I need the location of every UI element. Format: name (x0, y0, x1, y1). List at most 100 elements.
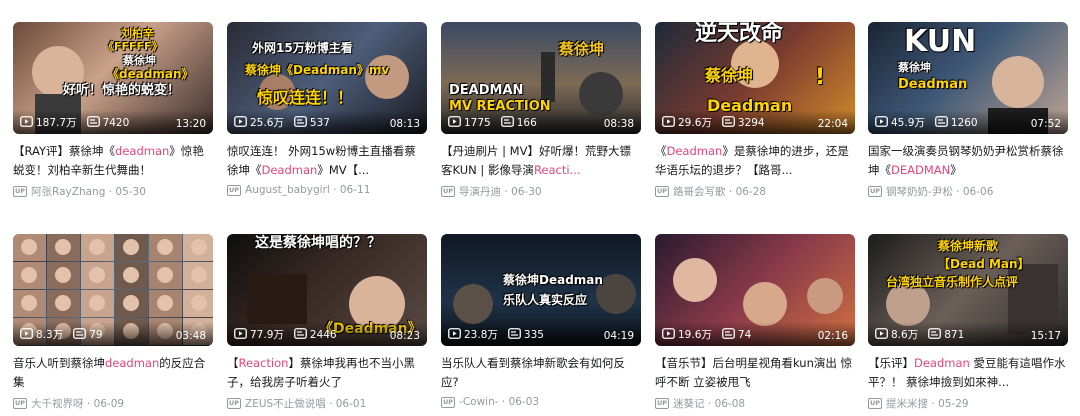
video-title[interactable]: 【RAY评】蔡徐坤《deadman》惊艳蜕变！刘柏辛新生代舞曲！ (13, 142, 213, 180)
video-duration: 08:38 (603, 118, 634, 130)
video-meta: UP August_babygirl · 06-11 (227, 184, 427, 196)
play-count-value: 77.9万 (250, 329, 284, 341)
video-thumbnail[interactable]: 蔡徐坤Deadman 乐队人真实反应 23.8万 335 04:19 (441, 234, 641, 346)
video-thumbnail[interactable]: 蔡徐坤 DEADMAN MV REACTION 1775 166 08:38 (441, 22, 641, 134)
video-title[interactable]: 【Reaction】蔡徐坤我再也不当小黑子，给我房子听着火了 (227, 354, 427, 392)
thumbnail-caption: 《FFFFF》 (103, 40, 163, 53)
thumbnail-caption: ! (815, 65, 826, 90)
upload-date: 05-30 (115, 185, 146, 198)
up-badge-icon: UP (655, 398, 670, 409)
video-title[interactable]: 【丹迪刷片 | MV】好听爆！荒野大镖客KUN | 影像导演Reacti... (441, 142, 641, 180)
uploader-name[interactable]: ZEUS不止做说唱 (245, 396, 326, 411)
upload-date: 06-03 (508, 396, 540, 408)
video-card[interactable]: 蔡徐坤新歌 【Dead Man】 台湾独立音乐制作人点评 8.6万 871 15:17 【乐… (868, 234, 1068, 411)
play-count-icon (20, 115, 36, 130)
video-duration: 15:17 (1030, 330, 1061, 342)
title-text: 当乐队人看到蔡徐坤新歌会有如何反应? (441, 356, 625, 389)
video-card[interactable]: 这是蔡徐坤唱的？？《Deadman》77.9万244608:23 【Reactio… (227, 234, 427, 411)
uploader-name[interactable]: 钢琴奶奶-尹松 (886, 184, 953, 199)
video-thumbnail[interactable]: KUN 蔡徐坤 Deadman 45.9万 1260 07:52 (868, 22, 1068, 134)
video-title[interactable]: 《Deadman》是蔡徐坤的进步，还是华语乐坛的退步？【路哥... (655, 142, 855, 180)
play-count-value: 19.6万 (678, 329, 712, 341)
play-count-icon (234, 327, 250, 342)
title-keyword-highlight: Deadman (914, 356, 970, 370)
danmaku-count-icon (86, 116, 103, 130)
meta-separator: · (105, 185, 116, 198)
uploader-name[interactable]: 大千视界呀 (31, 396, 84, 411)
uploader-name[interactable]: 提米米搜 (886, 396, 928, 411)
video-meta: UP 提米米搜 · 05-29 (868, 396, 1068, 411)
upload-date: 05-29 (938, 397, 969, 410)
video-title[interactable]: 【音乐节】后台明星视角看kun演出 惊呼不断 立姿被甩飞 (655, 354, 855, 392)
video-card[interactable]: 8.3万 79 03:48 音乐人听到蔡徐坤deadman的反应合集 UP 大千视界呀 ·… (13, 234, 213, 411)
play-count: 77.9万 (234, 327, 284, 342)
thumbnail-caption: 惊叹连连！！ (257, 88, 354, 107)
danmaku-count-icon (721, 328, 738, 342)
video-card[interactable]: 蔡徐坤 DEADMAN MV REACTION 1775 166 08:38 【丹迪刷片 |… (441, 22, 641, 199)
video-title[interactable]: 音乐人听到蔡徐坤deadman的反应合集 (13, 354, 213, 392)
play-count-value: 8.3万 (36, 329, 64, 341)
video-title[interactable]: 当乐队人看到蔡徐坤新歌会有如何反应? (441, 354, 641, 392)
thumbnail-caption: KUN (904, 24, 977, 59)
danmaku-count-value: 871 (944, 329, 965, 341)
danmaku-count-icon (721, 116, 738, 130)
video-duration: 08:13 (389, 118, 420, 130)
video-card[interactable]: 刘柏辛 《FFFFF》 蔡徐坤 《deadman》 好听！惊艳的蜕变！ 187.7万 742… (13, 22, 213, 199)
danmaku-count-value: 166 (516, 117, 537, 129)
video-stats-bar: 23.8万 335 04:19 (441, 322, 641, 346)
uploader-name[interactable]: 路哥会写歌 (673, 184, 726, 199)
meta-separator: · (704, 397, 715, 410)
thumbnail-caption: Deadman (898, 77, 968, 92)
video-title[interactable]: 惊叹连连！ 外网15w粉博主直播看蔡徐坤《Deadman》MV【... (227, 142, 427, 180)
danmaku-count: 1260 (934, 116, 978, 130)
play-count: 29.6万 (662, 115, 712, 130)
video-meta: UP 迷葵记 · 06-08 (655, 396, 855, 411)
danmaku-count: 74 (721, 328, 751, 342)
meta-separator: · (83, 397, 94, 410)
video-card[interactable]: 19.6万 74 02:16 【音乐节】后台明星视角看kun演出 惊呼不断 立姿被甩飞… (655, 234, 855, 411)
play-count: 45.9万 (875, 115, 925, 130)
play-count-icon (662, 115, 678, 130)
uploader-name[interactable]: 迷葵记 (673, 396, 705, 411)
danmaku-count-icon (293, 116, 310, 130)
title-text: 》MV【... (317, 163, 370, 177)
video-stats-bar: 25.6万 537 08:13 (227, 110, 427, 134)
meta-separator: · (725, 185, 736, 198)
title-keyword-highlight: Deadman (666, 144, 723, 158)
video-card[interactable]: KUN 蔡徐坤 Deadman 45.9万 1260 07:52 国家一级演奏员钢琴奶奶尹松… (868, 22, 1068, 199)
uploader-name[interactable]: August_babygirl (245, 184, 330, 196)
video-thumbnail[interactable]: 逆天改命 蔡徐坤 Deadman! 29.6万 3294 22:04 (655, 22, 855, 134)
play-count-value: 8.6万 (891, 329, 919, 341)
video-thumbnail[interactable]: 8.3万 79 03:48 (13, 234, 213, 346)
video-title[interactable]: 国家一级演奏员钢琴奶奶尹松赏析蔡徐坤《DEADMAN》 (868, 142, 1068, 180)
meta-separator: · (928, 397, 939, 410)
up-badge-icon: UP (227, 398, 242, 409)
video-meta: UP 大千视界呀 · 06-09 (13, 396, 213, 411)
video-meta: UP -Cowin- · 06-03 (441, 396, 641, 408)
video-thumbnail[interactable]: 19.6万 74 02:16 (655, 234, 855, 346)
video-thumbnail[interactable]: 蔡徐坤新歌 【Dead Man】 台湾独立音乐制作人点评 8.6万 871 15:17 (868, 234, 1068, 346)
title-text: 》 (950, 163, 962, 177)
uploader-name[interactable]: 导演丹迪 (459, 184, 501, 199)
video-card[interactable]: 逆天改命 蔡徐坤 Deadman! 29.6万 3294 22:04 《Deadman》是蔡… (655, 22, 855, 199)
danmaku-count: 871 (928, 328, 964, 342)
meta-separator: · (498, 396, 509, 408)
play-count: 25.6万 (234, 115, 284, 130)
uploader-name[interactable]: -Cowin- (459, 396, 499, 408)
video-thumbnail[interactable]: 刘柏辛 《FFFFF》 蔡徐坤 《deadman》 好听！惊艳的蜕变！ 187.7万 742… (13, 22, 213, 134)
title-keyword-highlight: deadman (115, 144, 170, 158)
uploader-name[interactable]: 阿张RayZhang (31, 184, 105, 199)
video-title[interactable]: 【乐评】Deadman 愛豆能有這唱作水平？！ 蔡徐坤撿到如來神... (868, 354, 1068, 392)
video-card[interactable]: 外网15万粉博主看 蔡徐坤《Deadman》mv 惊叹连连！！ 25.6万 537 08:… (227, 22, 427, 196)
video-stats-bar: 1775 166 08:38 (441, 110, 641, 134)
upload-date: 06-28 (735, 185, 767, 198)
video-meta: UP ZEUS不止做说唱 · 06-01 (227, 396, 427, 411)
video-card[interactable]: 蔡徐坤Deadman 乐队人真实反应 23.8万 335 04:19 当乐队人看到蔡徐坤新… (441, 234, 641, 408)
video-stats-bar: 29.6万 3294 22:04 (655, 110, 855, 134)
video-thumbnail[interactable]: 这是蔡徐坤唱的？？《Deadman》77.9万244608:23 (227, 234, 427, 346)
video-duration: 13:20 (175, 118, 206, 130)
video-thumbnail[interactable]: 外网15万粉博主看 蔡徐坤《Deadman》mv 惊叹连连！！ 25.6万 537 08:… (227, 22, 427, 134)
video-stats-bar: 187.7万 7420 13:20 (13, 110, 213, 134)
video-stats-bar: 19.6万 74 02:16 (655, 322, 855, 346)
play-count-value: 187.7万 (36, 117, 77, 129)
